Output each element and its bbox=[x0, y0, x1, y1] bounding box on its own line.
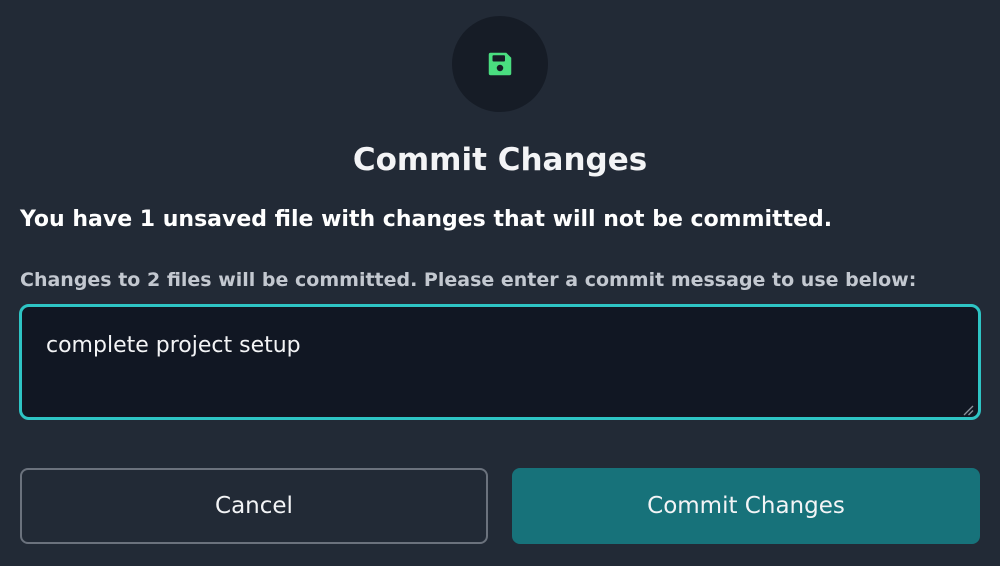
commit-changes-button[interactable]: Commit Changes bbox=[512, 468, 980, 544]
cancel-button[interactable]: Cancel bbox=[20, 468, 488, 544]
resize-handle[interactable] bbox=[962, 401, 974, 416]
icon-badge bbox=[452, 16, 548, 112]
commit-instructions-text: Changes to 2 files will be committed. Pl… bbox=[20, 269, 917, 291]
commit-changes-dialog: Commit Changes You have 1 unsaved file w… bbox=[0, 0, 1000, 566]
commit-message-container: complete project setup bbox=[19, 304, 981, 420]
unsaved-warning-text: You have 1 unsaved file with changes tha… bbox=[20, 207, 833, 232]
dialog-title: Commit Changes bbox=[352, 142, 648, 178]
commit-message-input[interactable]: complete project setup bbox=[22, 307, 978, 417]
floppy-disk-icon bbox=[485, 49, 515, 79]
